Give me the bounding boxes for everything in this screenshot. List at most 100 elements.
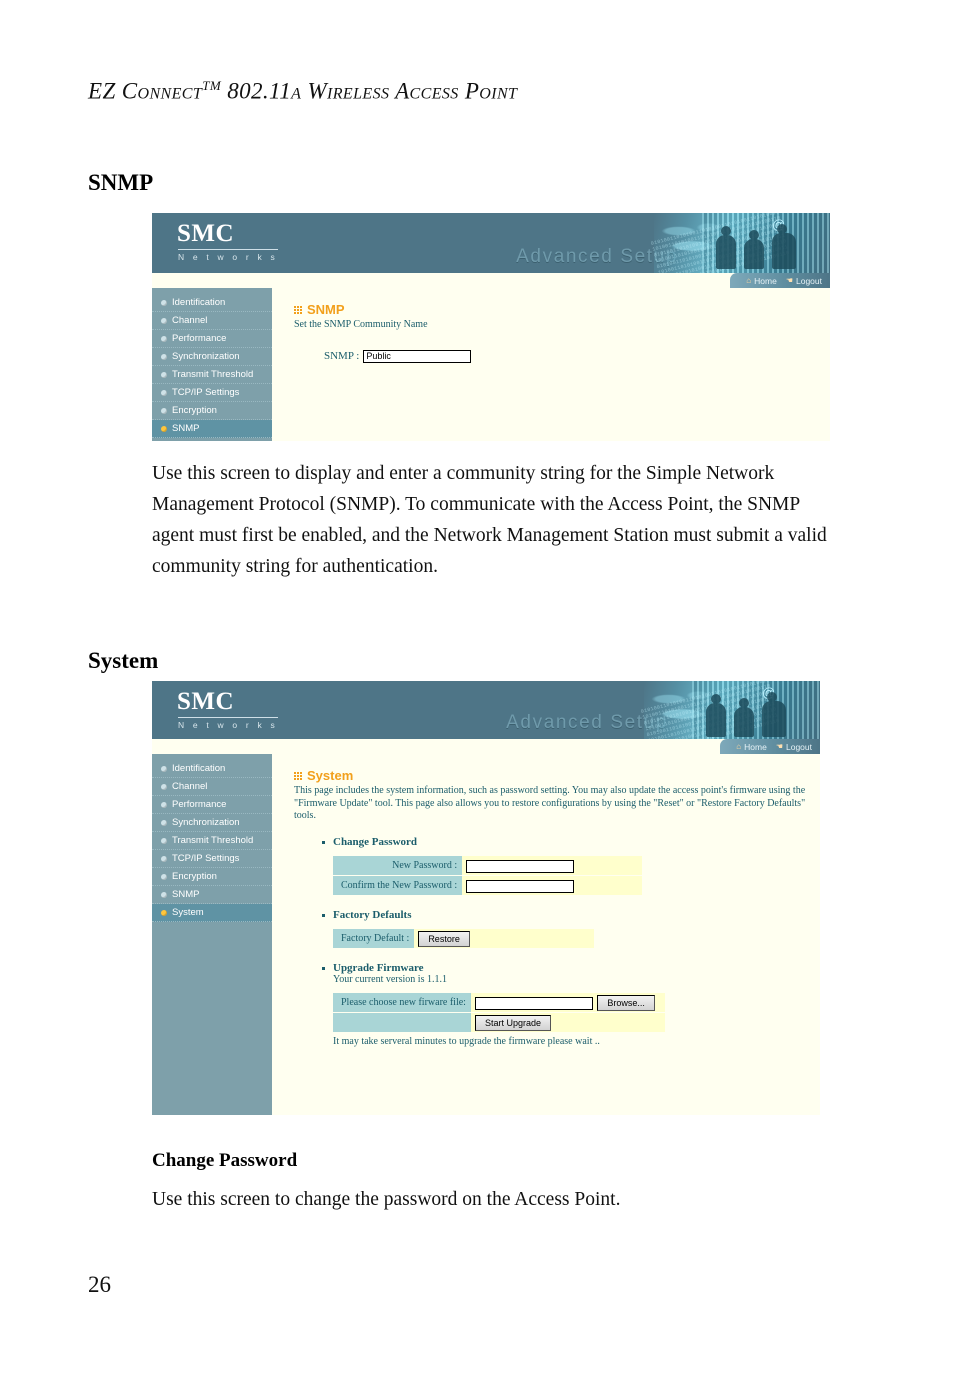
section-heading-snmp: SNMP [88, 170, 154, 195]
section-heading-system: System [88, 648, 159, 673]
start-upgrade-button[interactable]: Start Upgrade [474, 1015, 551, 1031]
screen-body: Identification Channel Performance Synch… [152, 754, 820, 1115]
logout-link[interactable]: ☚ Logout [786, 276, 822, 286]
logout-running-person-icon: ☚ [775, 741, 783, 751]
page-title-system: System [294, 768, 820, 783]
page-title-label: System [307, 768, 354, 783]
smc-logo: SMC [177, 688, 235, 715]
sidebar-item-label: Identification [172, 763, 226, 774]
page-title-snmp: SNMP [294, 302, 830, 317]
table-row: Start Upgrade [333, 1012, 665, 1033]
sidebar-item-label: TCP/IP Settings [172, 853, 240, 864]
sidebar-item-transmit-threshold[interactable]: Transmit Threshold [152, 832, 272, 850]
browse-button[interactable]: Browse... [597, 995, 655, 1011]
page-description: This page includes the system informatio… [294, 785, 806, 821]
sidebar-item-performance[interactable]: Performance [152, 796, 272, 814]
sidebar-nav: Identification Channel Performance Synch… [152, 754, 272, 1115]
factory-default-cell: Restore [414, 928, 595, 949]
running-head-part2: 802.11a Wireless Access Point [221, 78, 518, 104]
sidebar-item-label: Synchronization [172, 817, 240, 828]
app-banner: SMC N e t w o r k s Advanced Setup 01010… [152, 681, 820, 739]
upgrade-empty-label [333, 1012, 471, 1033]
sidebar-item-label: Encryption [172, 871, 217, 882]
new-password-input[interactable] [466, 859, 575, 873]
sidebar-item-transmit-threshold[interactable]: Transmit Threshold [152, 366, 272, 384]
screen-content: SNMP Set the SNMP Community Name SNMP : [272, 288, 830, 441]
page-number: 26 [88, 1272, 111, 1297]
bullet-icon [161, 819, 167, 826]
sidebar-item-label: Transmit Threshold [172, 835, 254, 846]
sidebar-item-encryption[interactable]: Encryption [152, 402, 272, 420]
confirm-password-label: Confirm the New Password : [333, 875, 463, 896]
sidebar-item-channel[interactable]: Channel [152, 778, 272, 796]
home-link[interactable]: ⌂ Home [746, 276, 777, 286]
table-row: Please choose new firware file: Browse..… [333, 992, 665, 1013]
snmp-community-input[interactable] [363, 349, 472, 363]
home-link-label: Home [744, 741, 767, 752]
running-head-part1: EZ Connect [88, 78, 203, 104]
sidebar-item-label: Channel [172, 781, 208, 792]
snmp-field-row: SNMP : [294, 349, 830, 363]
person-silhouette-icon [772, 224, 796, 269]
page-description: Set the SNMP Community Name [294, 319, 428, 330]
logout-link-label: Logout [796, 275, 822, 286]
person-silhouette-icon [706, 694, 726, 737]
running-head: EZ ConnectTM 802.11a Wireless Access Poi… [88, 78, 517, 105]
bullet-icon-active [161, 909, 167, 916]
sidebar-item-identification[interactable]: Identification [152, 294, 272, 312]
sidebar-item-snmp[interactable]: SNMP [152, 420, 272, 438]
bullet-icon [161, 873, 167, 880]
sidebar-item-label: System [172, 440, 204, 441]
logout-link[interactable]: ☚ Logout [776, 742, 812, 752]
change-password-body-paragraph: Use this screen to change the password o… [152, 1189, 621, 1210]
topnav-tab-group: ⌂ Home ☚ Logout [720, 739, 820, 754]
sidebar-item-label: SNMP [172, 889, 200, 900]
sidebar-item-label: System [172, 907, 204, 918]
sidebar-item-system[interactable]: System [152, 904, 272, 922]
page-title-label: SNMP [307, 302, 345, 317]
person-silhouette-icon [716, 226, 736, 269]
firmware-file-input[interactable] [474, 996, 593, 1010]
sidebar-item-synchronization[interactable]: Synchronization [152, 348, 272, 366]
bullet-icon [161, 299, 167, 306]
bullet-icon [161, 335, 167, 342]
firmware-file-label: Please choose new firware file: [333, 992, 471, 1013]
sidebar-item-label: Encryption [172, 405, 217, 416]
sidebar-item-identification[interactable]: Identification [152, 760, 272, 778]
sidebar-item-channel[interactable]: Channel [152, 312, 272, 330]
restore-button[interactable]: Restore [418, 931, 470, 947]
start-upgrade-cell: Start Upgrade [470, 1012, 665, 1033]
confirm-password-cell [462, 875, 643, 896]
smc-logo: SMC [177, 220, 235, 247]
sidebar-item-system[interactable]: System [152, 438, 272, 441]
person-silhouette-icon [744, 230, 764, 269]
new-password-label: New Password : [333, 855, 463, 876]
banner-artwork-icon: 0101001101010011010100110101001101010011… [640, 681, 820, 739]
top-navigation-bar: ⌂ Home ☚ Logout [152, 739, 820, 754]
sidebar-item-label: Synchronization [172, 351, 240, 362]
sidebar-item-tcpip-settings[interactable]: TCP/IP Settings [152, 850, 272, 868]
factory-defaults-table: Factory Default : Restore [333, 928, 595, 949]
sidebar-item-snmp[interactable]: SNMP [152, 886, 272, 904]
grid-icon [294, 771, 302, 780]
sidebar-item-performance[interactable]: Performance [152, 330, 272, 348]
section-factory-defaults-heading: Factory Defaults [322, 909, 820, 921]
bullet-icon [161, 837, 167, 844]
home-icon: ⌂ [736, 741, 742, 751]
sidebar-item-synchronization[interactable]: Synchronization [152, 814, 272, 832]
home-link[interactable]: ⌂ Home [736, 742, 767, 752]
sidebar-item-encryption[interactable]: Encryption [152, 868, 272, 886]
upgrade-firmware-table: Please choose new firware file: Browse..… [333, 992, 665, 1033]
bullet-icon [161, 855, 167, 862]
sidebar-item-tcpip-settings[interactable]: TCP/IP Settings [152, 384, 272, 402]
confirm-password-input[interactable] [466, 879, 575, 893]
bullet-icon [161, 389, 167, 396]
bullet-icon [161, 891, 167, 898]
home-icon: ⌂ [746, 275, 752, 285]
bullet-icon-active [161, 425, 167, 432]
snmp-screenshot-figure: SMC N e t w o r k s Advanced Setup 01010… [152, 213, 830, 441]
home-link-label: Home [754, 275, 777, 286]
firmware-version-text: Your current version is 1.1.1 [333, 973, 447, 985]
bullet-icon [161, 353, 167, 360]
table-row: Confirm the New Password : [333, 875, 643, 896]
